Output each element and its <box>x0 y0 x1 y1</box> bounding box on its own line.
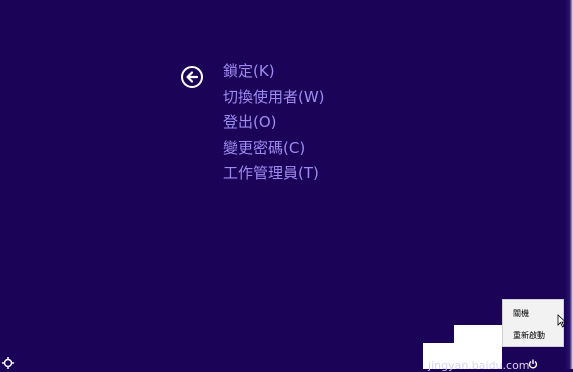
arrow-left-icon <box>186 71 199 83</box>
restart-menu-item[interactable]: 重新啟動 <box>503 326 563 346</box>
security-options-menu: 鎖定(K) 切換使用者(W) 登出(O) 變更密碼(C) 工作管理員(T) <box>223 60 325 188</box>
menu-item-switch-user[interactable]: 切換使用者(W) <box>223 86 325 112</box>
shutdown-menu-item[interactable]: 關機 <box>503 304 563 324</box>
power-icon[interactable] <box>528 359 538 369</box>
mouse-pointer-icon <box>557 314 567 328</box>
menu-item-task-manager[interactable]: 工作管理員(T) <box>223 162 325 188</box>
back-button[interactable] <box>181 66 203 88</box>
menu-item-lock[interactable]: 鎖定(K) <box>223 60 325 86</box>
menu-item-sign-out[interactable]: 登出(O) <box>223 111 325 137</box>
menu-item-change-password[interactable]: 變更密碼(C) <box>223 137 325 163</box>
ease-of-access-icon[interactable] <box>1 357 15 369</box>
power-context-menu: 關機 重新啟動 <box>502 299 564 347</box>
watermark: jingyan.baidu.com <box>428 359 530 372</box>
